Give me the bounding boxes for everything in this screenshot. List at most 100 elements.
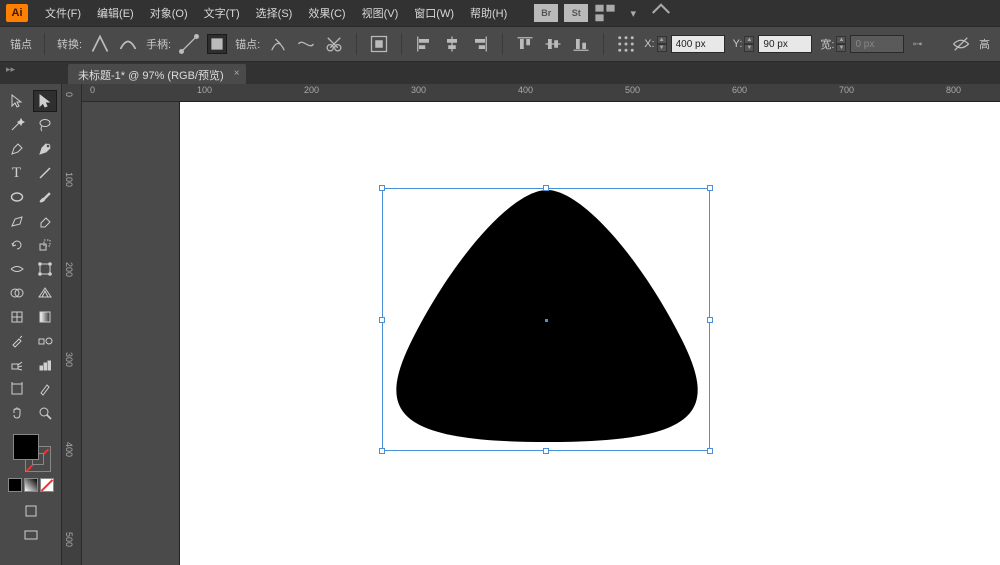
convert-label: 转换: — [57, 36, 82, 52]
column-graph-tool-icon[interactable] — [33, 354, 57, 376]
width-tool-icon[interactable] — [5, 258, 29, 280]
paintbrush-tool-icon[interactable] — [33, 186, 57, 208]
handle-top-right[interactable] — [707, 185, 713, 191]
stock-button[interactable]: St — [564, 4, 588, 22]
align-top-icon[interactable] — [515, 34, 535, 54]
ruler-h-500: 500 — [625, 85, 640, 95]
controlbar: 锚点 转换: 手柄: 锚点: X: ▲▼ Y: ▲▼ 宽: ▲▼ ⊶ 高 — [0, 26, 1000, 62]
zoom-tool-icon[interactable] — [33, 402, 57, 424]
canvas-area[interactable]: 0 100 200 300 400 500 600 700 800 0 100 … — [62, 84, 1000, 565]
color-mode-none-icon[interactable] — [40, 478, 54, 492]
w-down[interactable]: ▼ — [836, 44, 846, 52]
handle-mid-right[interactable] — [707, 317, 713, 323]
handle-hide-icon[interactable] — [207, 34, 227, 54]
ruler-v-100: 100 — [64, 172, 74, 187]
color-mode-solid-icon[interactable] — [8, 478, 22, 492]
rotate-tool-icon[interactable] — [5, 234, 29, 256]
handle-top-mid[interactable] — [543, 185, 549, 191]
ruler-v-0: 0 — [64, 92, 74, 97]
handle-bot-right[interactable] — [707, 448, 713, 454]
menu-type[interactable]: 文字(T) — [197, 1, 247, 25]
align-right-icon[interactable] — [470, 34, 490, 54]
hand-tool-icon[interactable] — [5, 402, 29, 424]
y-input[interactable] — [758, 35, 812, 53]
mesh-tool-icon[interactable] — [5, 306, 29, 328]
draw-mode-icon[interactable] — [19, 500, 43, 522]
gradient-tool-icon[interactable] — [33, 306, 57, 328]
pen-tool-icon[interactable] — [5, 138, 29, 160]
slice-tool-icon[interactable] — [33, 378, 57, 400]
shape-builder-tool-icon[interactable] — [5, 282, 29, 304]
ruler-vertical[interactable]: 0 100 200 300 400 500 — [62, 84, 82, 565]
reference-point-icon[interactable] — [616, 34, 636, 54]
arrange-docs-icon[interactable] — [594, 5, 616, 21]
convert-corner-icon[interactable] — [90, 34, 110, 54]
handle-bot-left[interactable] — [379, 448, 385, 454]
connect-anchor-icon[interactable] — [296, 34, 316, 54]
expand-panel-left-icon[interactable]: ▸▸ — [6, 64, 16, 74]
menu-object[interactable]: 对象(O) — [143, 1, 195, 25]
cut-path-icon[interactable] — [324, 34, 344, 54]
magic-wand-tool-icon[interactable] — [5, 114, 29, 136]
direct-selection-tool-icon[interactable] — [33, 90, 57, 112]
fill-color-well[interactable] — [13, 434, 39, 460]
chevron-down-icon[interactable]: ▾ — [622, 5, 644, 21]
align-bottom-icon[interactable] — [571, 34, 591, 54]
type-tool-icon[interactable]: T — [5, 162, 29, 184]
shaper-tool-icon[interactable] — [5, 210, 29, 232]
ruler-v-400: 400 — [64, 442, 74, 457]
x-up[interactable]: ▲ — [657, 36, 667, 44]
selection-tool-icon[interactable] — [5, 90, 29, 112]
align-vcenter-icon[interactable] — [543, 34, 563, 54]
lasso-tool-icon[interactable] — [33, 114, 57, 136]
app-logo: Ai — [6, 4, 28, 22]
document-tab[interactable]: 未标题-1* @ 97% (RGB/预览) × — [68, 64, 246, 84]
artboard-tool-icon[interactable] — [5, 378, 29, 400]
menu-view[interactable]: 视图(V) — [355, 1, 406, 25]
y-up[interactable]: ▲ — [744, 36, 754, 44]
color-wells[interactable] — [11, 432, 51, 472]
x-input[interactable] — [671, 35, 725, 53]
link-wh-icon[interactable]: ⊶ — [912, 39, 922, 50]
symbol-sprayer-tool-icon[interactable] — [5, 354, 29, 376]
handle-show-icon[interactable] — [179, 34, 199, 54]
menu-edit[interactable]: 编辑(E) — [90, 1, 141, 25]
blend-tool-icon[interactable] — [33, 330, 57, 352]
ruler-h-0: 0 — [90, 85, 95, 95]
y-down[interactable]: ▼ — [744, 44, 754, 52]
menu-select[interactable]: 选择(S) — [249, 1, 300, 25]
tab-close-icon[interactable]: × — [234, 68, 240, 79]
menu-help[interactable]: 帮助(H) — [463, 1, 514, 25]
free-transform-tool-icon[interactable] — [33, 258, 57, 280]
ruler-horizontal[interactable]: 0 100 200 300 400 500 600 700 800 — [82, 84, 1000, 102]
w-up[interactable]: ▲ — [836, 36, 846, 44]
x-down[interactable]: ▼ — [657, 44, 667, 52]
align-left-icon[interactable] — [414, 34, 434, 54]
perspective-tool-icon[interactable] — [33, 282, 57, 304]
ruler-h-800: 800 — [946, 85, 961, 95]
menu-window[interactable]: 窗口(W) — [407, 1, 461, 25]
w-input[interactable] — [850, 35, 904, 53]
line-tool-icon[interactable] — [33, 162, 57, 184]
scale-tool-icon[interactable] — [33, 234, 57, 256]
menu-file[interactable]: 文件(F) — [38, 1, 88, 25]
handle-mid-left[interactable] — [379, 317, 385, 323]
gpu-icon[interactable] — [650, 5, 672, 21]
menu-effect[interactable]: 效果(C) — [301, 1, 352, 25]
eyedropper-tool-icon[interactable] — [5, 330, 29, 352]
hide-edges-icon[interactable] — [951, 34, 971, 54]
isolate-icon[interactable] — [369, 34, 389, 54]
y-label: Y: — [733, 38, 743, 50]
screen-mode-icon[interactable] — [19, 524, 43, 546]
remove-anchor-icon[interactable] — [268, 34, 288, 54]
align-hcenter-icon[interactable] — [442, 34, 462, 54]
ellipse-tool-icon[interactable] — [5, 186, 29, 208]
color-mode-gradient-icon[interactable] — [24, 478, 38, 492]
handle-top-left[interactable] — [379, 185, 385, 191]
convert-smooth-icon[interactable] — [118, 34, 138, 54]
selection-bounding-box[interactable] — [382, 188, 710, 451]
bridge-button[interactable]: Br — [534, 4, 558, 22]
handle-bot-mid[interactable] — [543, 448, 549, 454]
eraser-tool-icon[interactable] — [33, 210, 57, 232]
curvature-tool-icon[interactable] — [33, 138, 57, 160]
